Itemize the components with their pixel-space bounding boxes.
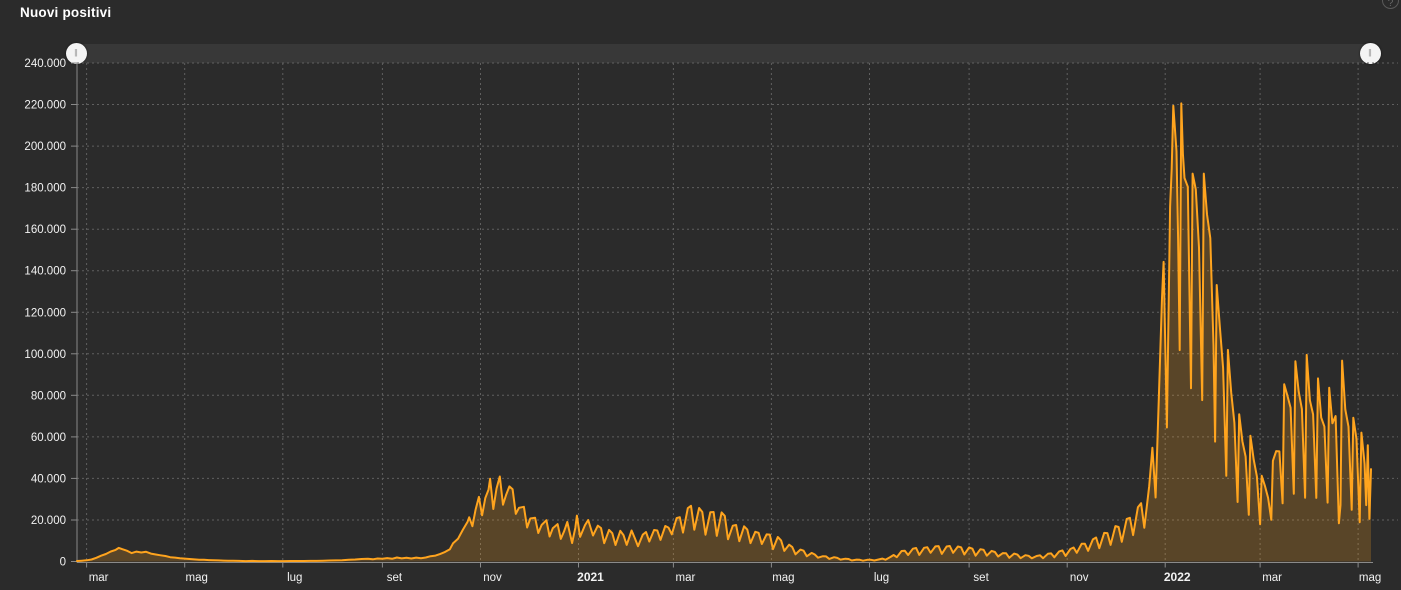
x-tick-label: mag	[772, 572, 794, 584]
y-tick-label: 80.000	[31, 390, 66, 402]
x-tick-label: nov	[483, 572, 502, 584]
area-chart[interactable]: 0 20.000 40.000 60.000 80.000 100.000 120.000 1…	[0, 0, 1401, 590]
x-tick-label: mag	[186, 572, 208, 584]
x-tick-label: nov	[1070, 572, 1089, 584]
x-tick-label: mag	[1359, 572, 1381, 584]
x-tick-label: mar	[1262, 572, 1282, 584]
y-tick-label: 60.000	[31, 432, 66, 444]
y-tick-label: 120.000	[24, 307, 66, 319]
x-tick-label: lug	[874, 572, 889, 584]
y-tick-label: 140.000	[24, 266, 66, 278]
y-tick-label: 160.000	[24, 224, 66, 236]
y-tick-label: 240.000	[24, 58, 66, 70]
y-tick-label: 200.000	[24, 141, 66, 153]
x-tick-label: set	[387, 572, 403, 584]
y-tick-label: 20.000	[31, 515, 66, 527]
x-tick-label: mar	[675, 572, 695, 584]
x-tick-label: lug	[287, 572, 302, 584]
y-tick-label: 0	[60, 557, 66, 569]
y-tick-label: 220.000	[24, 100, 66, 112]
x-tick-label: set	[973, 572, 989, 584]
y-tick-label: 100.000	[24, 349, 66, 361]
dashboard-panel: Nuovi positivi ? ‖ ‖ 0 20.000 40.000 60.000…	[0, 0, 1401, 590]
x-tick-label: mar	[89, 572, 109, 584]
x-tick-label: 2022	[1164, 570, 1191, 584]
y-tick-label: 40.000	[31, 473, 66, 485]
x-tick-label: 2021	[577, 570, 604, 584]
y-tick-label: 180.000	[24, 183, 66, 195]
